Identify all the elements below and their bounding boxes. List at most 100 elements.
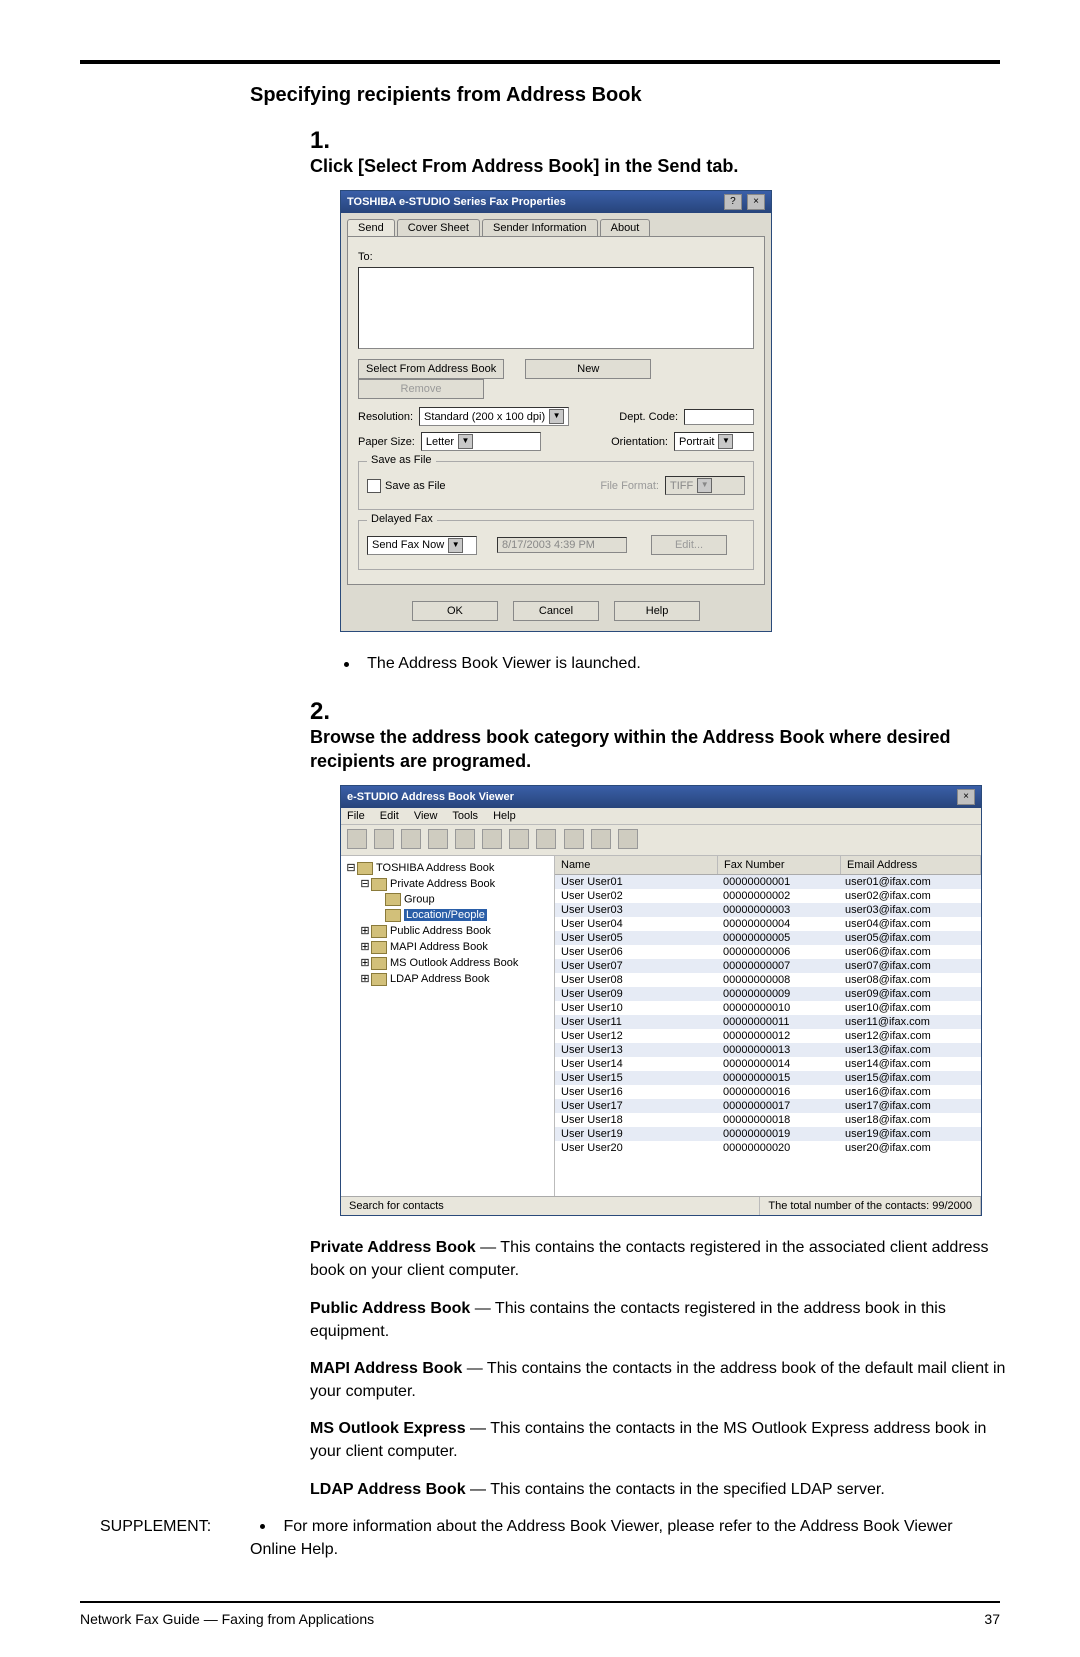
cell-email: user08@ifax.com [839, 973, 981, 987]
resolution-dropdown[interactable]: Standard (200 x 100 dpi)▼ [419, 407, 569, 426]
cell-fax: 00000000008 [717, 973, 839, 987]
col-fax[interactable]: Fax Number [718, 856, 841, 874]
chevron-down-icon: ▼ [458, 434, 473, 449]
tree-location-people[interactable]: Location/People [404, 909, 487, 921]
cancel-button[interactable]: Cancel [513, 601, 599, 621]
folder-icon [371, 973, 387, 986]
toolbar-icon[interactable] [536, 829, 556, 849]
table-row[interactable]: User User1400000000014user14@ifax.com [555, 1057, 981, 1071]
toolbar-icon[interactable] [509, 829, 529, 849]
remove-button[interactable]: Remove [358, 379, 484, 399]
folder-ic on [357, 862, 373, 875]
tree-pane[interactable]: ⊟TOSHIBA Address Book ⊟Private Address B… [341, 856, 555, 1196]
tab-about[interactable]: About [600, 219, 651, 236]
menu-file[interactable]: File [347, 810, 365, 822]
table-row[interactable]: User User0800000000008user08@ifax.com [555, 973, 981, 987]
tree-group[interactable]: Group [404, 894, 435, 906]
table-row[interactable]: User User1500000000015user15@ifax.com [555, 1071, 981, 1085]
menu-view[interactable]: View [414, 810, 438, 822]
table-row[interactable]: User User1600000000016user16@ifax.com [555, 1085, 981, 1099]
tree-ms-outlook[interactable]: MS Outlook Address Book [390, 957, 518, 969]
status-left: Search for contacts [341, 1197, 760, 1215]
orientation-dropdown[interactable]: Portrait▼ [674, 432, 754, 451]
table-row[interactable]: User User0500000000005user05@ifax.com [555, 931, 981, 945]
tree-ldap[interactable]: LDAP Address Book [390, 973, 489, 985]
address-book-viewer-dialog: e-STUDIO Address Book Viewer × File Edit… [340, 785, 982, 1216]
cell-fax: 00000000019 [717, 1127, 839, 1141]
tab-cover-sheet[interactable]: Cover Sheet [397, 219, 480, 236]
tree-private[interactable]: Private Address Book [390, 878, 495, 890]
cell-email: user12@ifax.com [839, 1029, 981, 1043]
menu-tools[interactable]: Tools [452, 810, 478, 822]
table-row[interactable]: User User1700000000017user17@ifax.com [555, 1099, 981, 1113]
table-row[interactable]: User User1900000000019user19@ifax.com [555, 1127, 981, 1141]
supplement-label: SUPPLEMENT: [80, 1515, 250, 1561]
table-row[interactable]: User User1100000000011user11@ifax.com [555, 1015, 981, 1029]
cell-name: User User06 [555, 945, 717, 959]
toolbar-icon[interactable] [347, 829, 367, 849]
chevron-down-icon: ▼ [448, 538, 463, 553]
toolbar-icon[interactable] [401, 829, 421, 849]
menu-edit[interactable]: Edit [380, 810, 399, 822]
toolbar-icon[interactable] [428, 829, 448, 849]
toolbar-icon[interactable] [374, 829, 394, 849]
edit-button: Edit... [651, 535, 727, 555]
tab-sender-info[interactable]: Sender Information [482, 219, 598, 236]
select-from-address-book-button[interactable]: Select From Address Book [358, 359, 504, 379]
col-name[interactable]: Name [555, 856, 718, 874]
col-email[interactable]: Email Address [841, 856, 981, 874]
close-icon[interactable]: × [957, 789, 975, 805]
recipients-listbox[interactable] [358, 267, 754, 349]
toolbar-icon[interactable] [618, 829, 638, 849]
cell-email: user11@ifax.com [839, 1015, 981, 1029]
dept-code-input[interactable] [684, 409, 754, 425]
folder-icon [371, 925, 387, 938]
group-icon [385, 893, 401, 906]
table-row[interactable]: User User0600000000006user06@ifax.com [555, 945, 981, 959]
tab-send[interactable]: Send [347, 219, 395, 236]
paper-size-dropdown[interactable]: Letter▼ [421, 432, 541, 451]
table-row[interactable]: User User1200000000012user12@ifax.com [555, 1029, 981, 1043]
toolbar-icon[interactable] [455, 829, 475, 849]
table-row[interactable]: User User0700000000007user07@ifax.com [555, 959, 981, 973]
toolbar [341, 825, 981, 856]
tree-public[interactable]: Public Address Book [390, 925, 491, 937]
new-button[interactable]: New [525, 359, 651, 379]
cell-name: User User04 [555, 917, 717, 931]
close-icon[interactable]: × [747, 194, 765, 210]
table-row[interactable]: User User0400000000004user04@ifax.com [555, 917, 981, 931]
step2-text: Browse the address book category within … [310, 726, 990, 773]
cell-fax: 00000000007 [717, 959, 839, 973]
help-button[interactable]: Help [614, 601, 700, 621]
table-row[interactable]: User User0200000000002user02@ifax.com [555, 889, 981, 903]
table-row[interactable]: User User1000000000010user10@ifax.com [555, 1001, 981, 1015]
contacts-list[interactable]: Name Fax Number Email Address User User0… [555, 856, 981, 1196]
cell-name: User User11 [555, 1015, 717, 1029]
toolbar-icon[interactable] [564, 829, 584, 849]
cell-fax: 00000000003 [717, 903, 839, 917]
cell-name: User User12 [555, 1029, 717, 1043]
table-row[interactable]: User User0300000000003user03@ifax.com [555, 903, 981, 917]
help-icon[interactable]: ? [724, 194, 742, 210]
bullet-icon [344, 662, 349, 667]
menu-help[interactable]: Help [493, 810, 516, 822]
tree-mapi[interactable]: MAPI Address Book [390, 941, 488, 953]
cell-name: User User18 [555, 1113, 717, 1127]
save-as-file-label: Save as File [385, 480, 446, 492]
top-rule [80, 60, 1000, 64]
toolbar-icon[interactable] [591, 829, 611, 849]
table-row[interactable]: User User1800000000018user18@ifax.com [555, 1113, 981, 1127]
delayed-fax-dropdown[interactable]: Send Fax Now▼ [367, 536, 477, 555]
toolbar-icon[interactable] [482, 829, 502, 849]
paper-size-label: Paper Size: [358, 436, 415, 448]
tree-root[interactable]: TOSHIBA Address Book [376, 862, 494, 874]
table-row[interactable]: User User0900000000009user09@ifax.com [555, 987, 981, 1001]
cell-email: user14@ifax.com [839, 1057, 981, 1071]
folder-icon [371, 878, 387, 891]
table-row[interactable]: User User0100000000001user01@ifax.com [555, 875, 981, 889]
table-row[interactable]: User User1300000000013user13@ifax.com [555, 1043, 981, 1057]
save-as-file-checkbox[interactable] [367, 479, 381, 493]
ok-button[interactable]: OK [412, 601, 498, 621]
cell-name: User User15 [555, 1071, 717, 1085]
table-row[interactable]: User User2000000000020user20@ifax.com [555, 1141, 981, 1155]
